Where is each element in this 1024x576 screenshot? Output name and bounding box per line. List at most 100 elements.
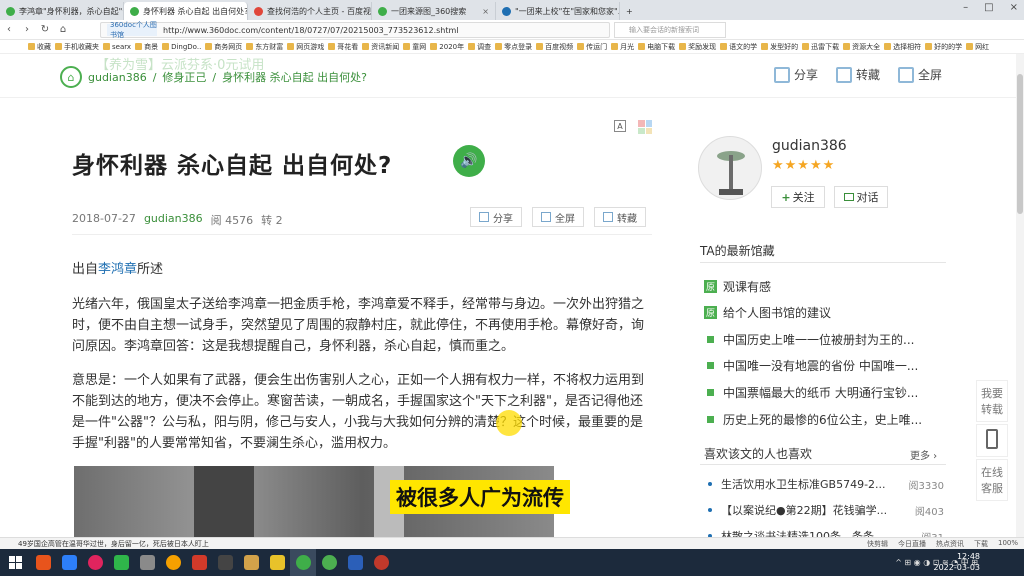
taskbar-app[interactable] [82,549,108,576]
address-bar[interactable]: 360doc个人图书馆 http://www.360doc.com/conten… [100,21,610,39]
bookmark-item[interactable]: 2020年 [430,42,464,52]
bookmark-item[interactable]: 商务网页 [205,42,242,52]
header-share-button[interactable]: 分享 [774,66,818,83]
repost-float-button[interactable]: 我要转载 [976,380,1008,422]
sidebar-username[interactable]: gudian386 [772,138,847,154]
start-button[interactable] [0,556,30,569]
latest-item[interactable]: 中国历史上唯一一位被册封为王的... [704,331,944,348]
taskbar-app[interactable] [108,549,134,576]
bookmark-item[interactable]: 语文的学 [720,42,757,52]
status-item[interactable]: 热点资讯 [936,539,964,549]
minimize-icon[interactable]: – [963,2,968,13]
browser-tab[interactable]: 查找何浩的个人主页 - 百度视频× [248,2,372,20]
bookmark-item[interactable]: 零点登录 [495,42,532,52]
bookmark-item[interactable]: 东方财富 [246,42,283,52]
taskbar-app[interactable] [368,549,394,576]
bookmark-item[interactable]: 资讯新闻 [362,42,399,52]
close-window-icon[interactable]: × [1010,2,1018,13]
breadcrumb-user[interactable]: gudian386 [88,71,147,84]
share-button[interactable]: 分享 [470,207,522,227]
browser-tab[interactable]: 一团来源图_360搜索 × [372,2,496,20]
clock[interactable]: 12:48 2022-03-03 [934,551,981,573]
bookmark-item[interactable]: 月光 [611,42,634,52]
latest-item[interactable]: 中国唯一没有地震的省份 中国唯一... [704,357,944,374]
latest-item[interactable]: 中国票幅最大的纸币 大明通行宝钞... [704,384,944,401]
status-item[interactable]: 下载 [974,539,988,549]
scrollbar[interactable] [1016,54,1024,537]
taskbar-app[interactable] [56,549,82,576]
follow-button[interactable]: + 关注 [771,186,825,208]
header-fullscreen-button[interactable]: 全屏 [898,66,942,83]
browser-tab-active[interactable]: 身怀利器 杀心自起 出自何处?× [124,2,248,20]
taskbar-app[interactable] [30,549,56,576]
theme-grid-icon[interactable] [638,120,652,134]
fullscreen-button[interactable]: 全屏 [532,207,584,227]
liked-item[interactable]: 【以案说纪●第22期】花钱骗学... 阅403 [704,502,944,518]
bookmark-item[interactable]: 资源大全 [843,42,880,52]
more-link[interactable]: 更多 › [910,447,937,462]
taskbar-app[interactable] [212,549,238,576]
taskbar-app[interactable] [186,549,212,576]
search-input[interactable]: 输入要会话的新搜索词 [614,22,726,38]
bookmark-item[interactable]: 调查 [468,42,491,52]
collect-button[interactable]: 转藏 [594,207,646,227]
intro-link[interactable]: 李鸿章 [98,262,137,277]
bookmark-item[interactable]: 百度视频 [536,42,573,52]
taskbar-app[interactable] [238,549,264,576]
bookmark-item[interactable]: 网红 [966,42,989,52]
bookmark-item[interactable]: 好的的学 [925,42,962,52]
audio-speaker-icon[interactable]: 🔊 [453,145,485,177]
home-icon[interactable]: ⌂ [60,66,82,88]
article-paragraph: 意思是：一个人如果有了武器，便会生出伤害别人之心，正如一个人拥有权力一样，不将权… [72,373,645,451]
bookmark-item[interactable]: 手机收藏夹 [55,42,99,52]
latest-item-title: 中国唯一没有地震的省份 中国唯一... [723,359,919,373]
latest-item[interactable]: 原给个人图书馆的建议 [704,304,944,321]
bookmark-item[interactable]: 选择相符 [884,42,921,52]
bookmark-item[interactable]: 商景 [135,42,158,52]
maximize-icon[interactable]: □ [984,2,993,13]
divider [700,262,946,263]
reload-icon[interactable]: ↻ [36,24,54,35]
scrollbar-thumb[interactable] [1017,74,1023,214]
bookmark-item[interactable]: 发型好的 [761,42,798,52]
status-news[interactable]: 49岁国企高管在温哥华过世，身后留一亿，死后被日本人盯上 [18,539,209,549]
new-tab-button[interactable]: + [620,2,642,20]
latest-item[interactable]: 原观课有感 [704,278,944,295]
status-item[interactable]: 快剪辑 [867,539,888,549]
taskbar-app[interactable] [316,549,342,576]
bookmark-item[interactable]: searx [103,43,131,51]
font-size-button[interactable]: A [614,120,626,132]
chat-button[interactable]: 对话 [834,186,888,208]
browser-tab[interactable]: "一团来上校"在"国家和您家"...× [496,2,620,20]
bookmark-item[interactable]: 传运门 [577,42,607,52]
status-item[interactable]: 100% [998,539,1018,549]
mobile-float-button[interactable] [976,424,1008,457]
bookmark-item[interactable]: 奖励发现 [679,42,716,52]
bookmark-item[interactable]: 童网 [403,42,426,52]
taskbar-app[interactable] [160,549,186,576]
latest-item[interactable]: 历史上死的最惨的6位公主，史上唯... [704,411,944,428]
bookmark-item[interactable]: 哥花看 [328,42,358,52]
close-icon[interactable]: × [482,7,489,16]
bookmark-item[interactable]: 迅雷下载 [802,42,839,52]
browser-tab[interactable]: 李鸿章"身怀利器，杀心自起"告...× [0,2,124,20]
home-nav-icon[interactable]: ⌂ [54,24,72,35]
taskbar-app[interactable] [134,549,160,576]
back-icon[interactable]: ‹ [0,24,18,35]
taskbar-app-active[interactable] [290,549,316,576]
liked-item[interactable]: 生活饮用水卫生标准GB5749-2... 阅3330 [704,476,944,492]
breadcrumb-category[interactable]: 修身正己 [162,69,206,85]
bookmark-icon [802,43,810,50]
article-author[interactable]: gudian386 [144,212,203,228]
avatar[interactable] [698,136,762,200]
bookmark-item[interactable]: 电脑下载 [638,42,675,52]
service-float-button[interactable]: 在线客服 [976,459,1008,501]
header-collect-button[interactable]: 转藏 [836,66,880,83]
taskbar-app[interactable] [264,549,290,576]
bookmark-item[interactable]: DingDo.. [162,43,201,51]
taskbar-app[interactable] [342,549,368,576]
bookmark-item[interactable]: 网页游戏 [287,42,324,52]
status-item[interactable]: 今日直播 [898,539,926,549]
forward-icon[interactable]: › [18,24,36,35]
bookmark-item[interactable]: 收藏 [28,42,51,52]
